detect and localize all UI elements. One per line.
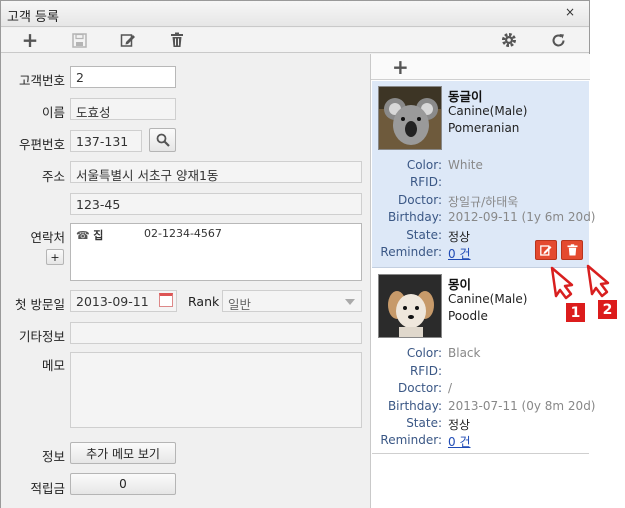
rank-select[interactable]: 일반 <box>222 290 362 312</box>
pet-breed: Pomeranian <box>448 121 520 135</box>
reminder-label: Reminder: <box>380 245 442 259</box>
pet-breed: Poodle <box>448 309 488 323</box>
color-value: Black <box>448 346 481 360</box>
memo-textarea[interactable] <box>70 352 362 428</box>
edit-icon <box>540 245 552 256</box>
customer-form: 고객번호 2 이름 도효성 우편번호 137-131 주소 서울특별시 서초구 … <box>1 54 370 508</box>
delete-pet-button[interactable] <box>561 240 583 260</box>
state-value: 정상 <box>448 230 471 244</box>
reminder-link[interactable]: 0 건 <box>448 433 471 450</box>
calendar-icon[interactable] <box>159 293 173 307</box>
pet-photo <box>378 86 442 150</box>
first-visit-label: 첫 방문일 <box>15 297 65 312</box>
customer-no-input[interactable]: 2 <box>70 66 176 88</box>
name-input[interactable]: 도효성 <box>70 98 176 120</box>
zip-search-button[interactable] <box>149 128 176 152</box>
phone-icon: ☎ <box>76 229 90 242</box>
pet-toolbar: + <box>371 54 590 80</box>
doctor-label: Doctor: <box>398 193 442 207</box>
pet-name: 몽이 <box>448 277 472 292</box>
pet-species: Canine(Male) <box>448 292 528 306</box>
window-title: 고객 등록 <box>7 10 59 25</box>
save-icon[interactable] <box>69 30 89 50</box>
pet-card[interactable]: 몽이 Canine(Male) Poodle Color: Black RFID… <box>372 269 596 454</box>
refresh-icon[interactable] <box>548 30 568 50</box>
add-contact-button[interactable]: + <box>46 249 64 265</box>
close-button[interactable]: × <box>565 5 575 19</box>
rfid-label: RFID: <box>409 364 442 378</box>
contact-row[interactable]: ☎ 집 02-1234-4567 <box>76 227 356 243</box>
other-info-label: 기타정보 <box>18 329 65 344</box>
rank-value: 일반 <box>228 297 252 312</box>
pet-species: Canine(Male) <box>448 104 528 118</box>
info-label: 정보 <box>41 449 65 464</box>
memo-label: 메모 <box>41 358 65 373</box>
contact-list: ☎ 집 02-1234-4567 <box>70 223 362 281</box>
edit-icon[interactable] <box>118 30 138 50</box>
address-line2-input[interactable]: 123-45 <box>70 193 362 215</box>
callout-badge-2: 2 <box>598 300 617 319</box>
zip-label: 우편번호 <box>18 137 65 152</box>
doctor-value: 장일규/하태욱 <box>448 195 519 209</box>
color-label: Color: <box>406 346 442 360</box>
name-label: 이름 <box>41 105 65 120</box>
add-icon[interactable]: + <box>20 30 40 50</box>
contact-type: 집 <box>93 229 104 242</box>
main-toolbar: + <box>1 28 589 53</box>
show-memo-button[interactable]: 추가 메모 보기 <box>70 442 176 464</box>
contact-number: 02-1234-4567 <box>144 227 222 240</box>
doctor-label: Doctor: <box>398 381 442 395</box>
state-value: 정상 <box>448 418 471 432</box>
birthday-value: 2013-07-11 (0y 8m 20d) <box>448 399 596 413</box>
customer-no-label: 고객번호 <box>18 73 65 88</box>
birthday-value: 2012-09-11 (1y 6m 20d) <box>448 210 596 224</box>
customer-registration-window: 고객 등록 × + 고객번호 2 이름 도효성 우편번호 137-131 주소 <box>0 0 596 508</box>
zip-input[interactable]: 137-131 <box>70 130 142 152</box>
color-value: White <box>448 158 483 172</box>
address-label: 주소 <box>41 169 65 184</box>
trash-icon <box>567 244 577 256</box>
other-info-input[interactable] <box>70 322 362 344</box>
pet-panel: + 동글이 Canine(Male) Pomeranian Color: Whi… <box>370 54 596 508</box>
first-visit-input[interactable]: 2013-09-11 <box>70 290 177 312</box>
reminder-link[interactable]: 0 건 <box>448 245 471 262</box>
reminder-label: Reminder: <box>380 433 442 447</box>
trash-icon[interactable] <box>167 30 187 50</box>
birthday-label: Birthday: <box>387 210 442 224</box>
chevron-down-icon <box>345 299 355 305</box>
rank-label: Rank <box>188 294 220 309</box>
edit-pet-button[interactable] <box>535 240 557 260</box>
first-visit-value: 2013-09-11 <box>76 294 149 309</box>
add-pet-button[interactable]: + <box>392 55 409 79</box>
points-value[interactable]: 0 <box>70 473 176 495</box>
contact-label: 연락처 <box>30 230 65 245</box>
search-icon <box>156 133 170 147</box>
color-label: Color: <box>406 158 442 172</box>
state-label: State: <box>406 228 442 242</box>
address-line1-input[interactable]: 서울특별시 서초구 양재1동 <box>70 161 362 183</box>
title-bar: 고객 등록 × <box>1 1 589 27</box>
pet-name: 동글이 <box>448 89 483 104</box>
pet-card[interactable]: 동글이 Canine(Male) Pomeranian Color: White… <box>372 81 596 268</box>
gear-icon[interactable] <box>499 30 519 50</box>
rfid-label: RFID: <box>409 175 442 189</box>
doctor-value: / <box>448 381 453 395</box>
birthday-label: Birthday: <box>387 399 442 413</box>
callout-badge-1: 1 <box>566 303 585 322</box>
points-label: 적립금 <box>30 481 65 496</box>
pet-photo <box>378 274 442 338</box>
state-label: State: <box>406 416 442 430</box>
